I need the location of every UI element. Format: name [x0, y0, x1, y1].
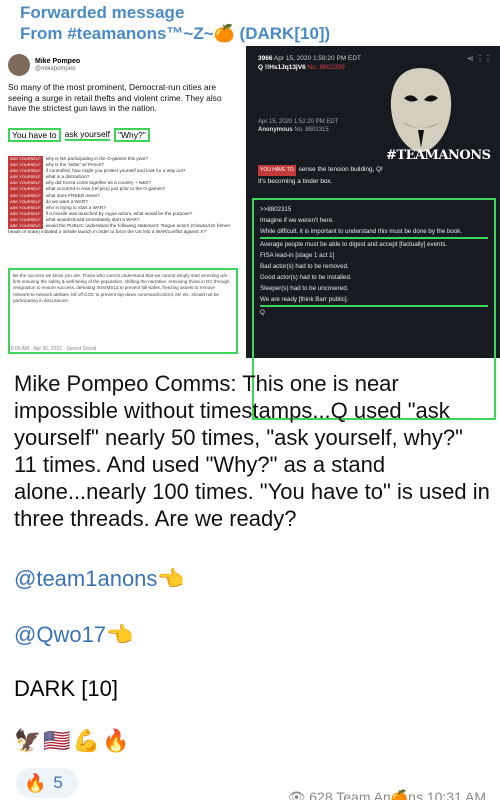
forwarded-from[interactable]: From #teamanons™~Z~🍊 (DARK[10]) — [20, 23, 330, 44]
list-item-text: why is NK participating in the O-games t… — [45, 156, 148, 161]
q-line: Bad actor(s) had to be removed. — [260, 263, 349, 270]
media-image[interactable]: Mike Pompeo @mikepompeo So many of the m… — [0, 46, 500, 420]
q-line: Imagine if we weren't here. — [260, 217, 334, 224]
anon-name: Anonymous — [258, 127, 293, 133]
anon-date: Apr 15, 2020 1:52:20 PM EDT — [258, 119, 339, 125]
tweet-header: Mike Pompeo @mikepompeo — [8, 52, 80, 78]
avatar — [8, 54, 30, 76]
forwarded-title: Forwarded message — [20, 3, 185, 22]
message-caption: Mike Pompeo Comms: This one is near impo… — [14, 371, 490, 531]
highlight-ask-yourself: ask yourself — [64, 129, 110, 141]
message-footer: 👁 628 Team An🍊ns 10:31 AM — [287, 789, 486, 800]
tweet-footer-box: Be the success we know you are. Those wh… — [8, 268, 238, 354]
reaction-button[interactable]: 🔥 5 — [16, 768, 78, 798]
tweet-author: Mike Pompeo — [35, 57, 81, 65]
list-item-text: if controlled, how might you protect you… — [45, 168, 186, 174]
q-line: We are ready [think Barr public]. — [260, 294, 488, 307]
anon-text: YOU HAVE TO sense the tension building, Q… — [258, 164, 383, 187]
q-tripcode: Q !!Hs1Jq13jV6 — [258, 64, 306, 71]
q-line: Average people must be able to digest an… — [260, 241, 448, 248]
highlight-why: "Why?" — [113, 128, 150, 142]
q-post-date: Apr 15, 2020 1:59:20 PM EDT — [273, 55, 361, 62]
list-item-text: what occurred in Asia (ref pics) just pr… — [45, 186, 166, 192]
q-line: >>8802315 — [260, 206, 292, 213]
q-post-number: 3966 — [258, 55, 273, 62]
anon-post-no: No. 8802315 — [294, 127, 329, 133]
list-item-text: who is trying to start a WAR? — [45, 204, 106, 210]
list-item-text: what is a distraction? — [45, 174, 90, 180]
tweet-meta: 10:00 AM · Apr 26, 2022 · Sprout Social — [8, 346, 97, 352]
share-icon: ⋖ ⋮⋮ — [467, 54, 492, 63]
list-item: ASK YOURSELF would the PUBLIC understand … — [8, 223, 238, 235]
list-item-text: do we want a WAR? — [45, 198, 88, 204]
q-line: Q — [260, 309, 265, 316]
mention-link-qwo17[interactable]: @Qwo17👈 — [14, 622, 133, 648]
dark-label: DARK [10] — [14, 676, 118, 701]
you-have-to-tag: YOU HAVE TO — [258, 165, 296, 176]
q-inner-post: Apr 15, 2020 1:52:20 PM EDT Anonymous No… — [252, 108, 496, 420]
q-line: Good actor(s) had to be installed. — [260, 274, 352, 281]
list-item-text: why did Korea come together as a country… — [45, 180, 152, 186]
q-line: Sleeper(s) had to be uncovered. — [260, 285, 349, 292]
anon-header: Apr 15, 2020 1:52:20 PM EDT Anonymous No… — [258, 118, 338, 134]
ask-yourself-list: ASK YOURSELF why is NK participating in t… — [8, 156, 238, 266]
tweet-highlight: You have to ask yourself "Why?" — [8, 128, 150, 142]
mention-link-team1anons[interactable]: @team1anons👈 — [14, 566, 185, 592]
emoji-line: 🦅🇺🇸💪🔥 — [14, 728, 132, 753]
list-item-text: if a missile was launched by rogue actor… — [45, 210, 193, 216]
reaction-count: 5 — [53, 773, 63, 792]
list-item-text: what does FREED mean? — [45, 192, 100, 198]
q-line: FISA lead-in [stage 1 act 1] — [260, 252, 335, 259]
highlight-you-have-to: You have to — [8, 128, 61, 142]
tweet-card: Mike Pompeo @mikepompeo So many of the m… — [0, 46, 246, 358]
forwarded-header[interactable]: Forwarded message From #teamanons™~Z~🍊 (… — [20, 2, 330, 44]
anon-line-2: It's becoming a tinder box. — [258, 178, 333, 185]
list-item-text: why is the 'sister' w/ Pence? — [45, 162, 104, 168]
q-line: While difficult, it is important to unde… — [260, 226, 488, 239]
fire-icon: 🔥 — [24, 772, 47, 793]
q-post-header: 3966 Apr 15, 2020 1:59:20 PM EDT Q !!Hs1… — [258, 54, 361, 72]
list-item-text: what would/should immediately start a WA… — [45, 216, 140, 222]
anon-line-1: sense the tension building, Q! — [298, 166, 383, 173]
tweet-text: So many of the most prominent, Democrat-… — [8, 82, 222, 113]
tweet-handle: @mikepompeo — [35, 65, 76, 72]
q-post-card: 3966 Apr 15, 2020 1:59:20 PM EDT Q !!Hs1… — [246, 46, 500, 420]
q-post-no: No. 8802359 — [307, 64, 345, 71]
